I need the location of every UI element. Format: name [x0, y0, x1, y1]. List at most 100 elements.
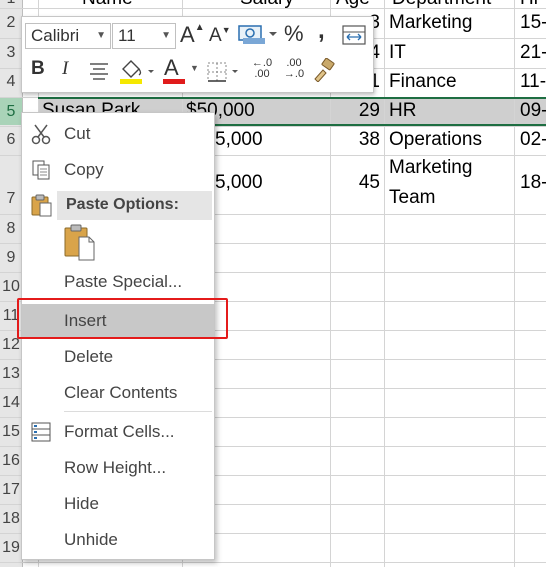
- menu-item-copy[interactable]: Copy: [22, 153, 214, 187]
- copy-icon: [32, 160, 50, 180]
- menu-item-row-height[interactable]: Row Height...: [22, 451, 214, 485]
- menu-item-label: Delete: [64, 347, 114, 366]
- row-number[interactable]: 1: [0, 0, 22, 8]
- borders-button[interactable]: [206, 61, 246, 83]
- row-number[interactable]: 17: [0, 481, 22, 499]
- align-center-icon: [90, 63, 108, 80]
- row-number[interactable]: 9: [0, 249, 22, 267]
- mini-toolbar: Calibri ▼ 11 ▼ A▲ A▼ % , B I A ▼ ←.0 .00…: [21, 16, 374, 93]
- menu-item-hide[interactable]: Hide: [22, 487, 214, 521]
- increase-decimal-button[interactable]: ←.0 .00: [248, 58, 276, 80]
- menu-item-delete[interactable]: Delete: [22, 340, 214, 374]
- accounting-format-icon: [238, 25, 277, 44]
- cell-age[interactable]: 45: [330, 172, 380, 194]
- wrap-text-button[interactable]: [342, 25, 366, 45]
- gridline: [0, 562, 546, 563]
- menu-item-unhide[interactable]: Unhide: [22, 523, 214, 557]
- clipboard-icon: [31, 194, 52, 217]
- decrease-font-size-button[interactable]: A▼: [209, 25, 231, 47]
- cell-department[interactable]: Marketing: [389, 157, 472, 179]
- increase-font-size-button[interactable]: A▲: [180, 22, 205, 48]
- decrease-font-label: A: [209, 25, 222, 46]
- comma-style-button[interactable]: ,: [318, 17, 325, 45]
- paste-options-header: Paste Options:: [57, 191, 212, 220]
- row-number[interactable]: 13: [0, 365, 22, 383]
- menu-item-label: Cut: [64, 124, 91, 143]
- cell-hire-date[interactable]: 18-: [520, 172, 546, 194]
- font-name-value: Calibri: [31, 26, 80, 45]
- percent-style-button[interactable]: %: [284, 21, 304, 47]
- row-number[interactable]: 14: [0, 394, 22, 412]
- decrease-decimal-button[interactable]: .00 →.0: [280, 58, 308, 80]
- row-number[interactable]: 19: [0, 539, 22, 557]
- paste-button[interactable]: [62, 223, 98, 263]
- cell-department[interactable]: IT: [389, 42, 406, 64]
- cell-hire-date[interactable]: 15-: [520, 12, 546, 34]
- menu-item-label: Paste Special...: [64, 272, 183, 291]
- row-number[interactable]: 3: [0, 44, 22, 62]
- italic-button[interactable]: I: [62, 58, 68, 80]
- cell-hire-date[interactable]: 21-: [520, 42, 546, 64]
- row-number[interactable]: 2: [0, 14, 22, 32]
- menu-item-format-cells[interactable]: Format Cells...: [22, 415, 214, 449]
- cell-age[interactable]: 38: [330, 129, 380, 151]
- cell-hire-date[interactable]: 09-: [520, 100, 546, 122]
- row-number[interactable]: 10: [0, 278, 22, 296]
- menu-item-label: Clear Contents: [64, 383, 178, 402]
- clipboard-paste-icon: [64, 224, 95, 261]
- header-age[interactable]: Age: [336, 0, 370, 10]
- menu-item-label: Unhide: [64, 530, 118, 549]
- decrease-decimal-label: .00 →.0: [283, 57, 305, 80]
- scissors-icon: [31, 124, 51, 145]
- cell-department[interactable]: Team: [389, 187, 435, 209]
- row-number[interactable]: 6: [0, 131, 22, 149]
- header-salary[interactable]: Salary: [240, 0, 294, 10]
- increase-decimal-label: ←.0 .00: [251, 57, 273, 80]
- gridline: [514, 0, 515, 567]
- row-number[interactable]: 16: [0, 452, 22, 470]
- row-number[interactable]: 4: [0, 73, 22, 91]
- cell-department[interactable]: HR: [389, 100, 416, 122]
- menu-item-cut[interactable]: Cut: [22, 117, 214, 151]
- header-hire-date[interactable]: Hi: [520, 0, 538, 10]
- increase-font-label: A: [180, 22, 195, 47]
- menu-item-clear-contents[interactable]: Clear Contents: [22, 376, 214, 410]
- menu-item-paste-special[interactable]: Paste Special...: [22, 265, 214, 299]
- row-number[interactable]: 8: [0, 220, 22, 238]
- format-cells-icon: [31, 422, 51, 442]
- cell-salary[interactable]: 5,000: [215, 129, 263, 151]
- format-painter-button[interactable]: [312, 57, 336, 83]
- header-name[interactable]: Name: [82, 0, 133, 10]
- font-color-button[interactable]: A ▼: [162, 55, 202, 85]
- cell-department[interactable]: Marketing: [389, 12, 472, 34]
- insert-highlight-box: [17, 298, 228, 339]
- menu-item-label: Row Height...: [64, 458, 167, 477]
- font-size-value: 11: [118, 26, 136, 45]
- font-size-box[interactable]: 11 ▼: [112, 23, 176, 49]
- row-number[interactable]: 15: [0, 423, 22, 441]
- row-number-selected[interactable]: 5: [0, 98, 22, 125]
- font-color-swatch: [163, 79, 185, 84]
- row-number[interactable]: 18: [0, 510, 22, 528]
- menu-separator: [64, 411, 212, 412]
- cell-department[interactable]: Operations: [389, 129, 482, 151]
- header-department[interactable]: Department: [392, 0, 491, 10]
- cell-salary[interactable]: 5,000: [215, 172, 263, 194]
- cell-hire-date[interactable]: 11-: [520, 71, 546, 93]
- cell-department[interactable]: Finance: [389, 71, 457, 93]
- bold-button[interactable]: B: [31, 58, 45, 80]
- menu-item-label: Hide: [64, 494, 99, 513]
- fill-color-button[interactable]: [117, 57, 157, 85]
- format-painter-icon: [314, 57, 335, 83]
- row-number[interactable]: 7: [0, 190, 22, 208]
- chevron-down-icon[interactable]: ▼: [190, 63, 199, 73]
- chevron-down-icon[interactable]: ▼: [96, 24, 106, 48]
- align-center-button[interactable]: [88, 61, 110, 81]
- chevron-down-icon[interactable]: ▼: [161, 24, 171, 48]
- cell-hire-date[interactable]: 02-: [520, 129, 546, 151]
- paste-options-label: Paste Options:: [66, 196, 179, 213]
- menu-item-label: Copy: [64, 160, 104, 179]
- font-name-box[interactable]: Calibri ▼: [25, 23, 111, 49]
- accounting-format-button[interactable]: [237, 22, 279, 46]
- cell-age[interactable]: 29: [330, 100, 380, 122]
